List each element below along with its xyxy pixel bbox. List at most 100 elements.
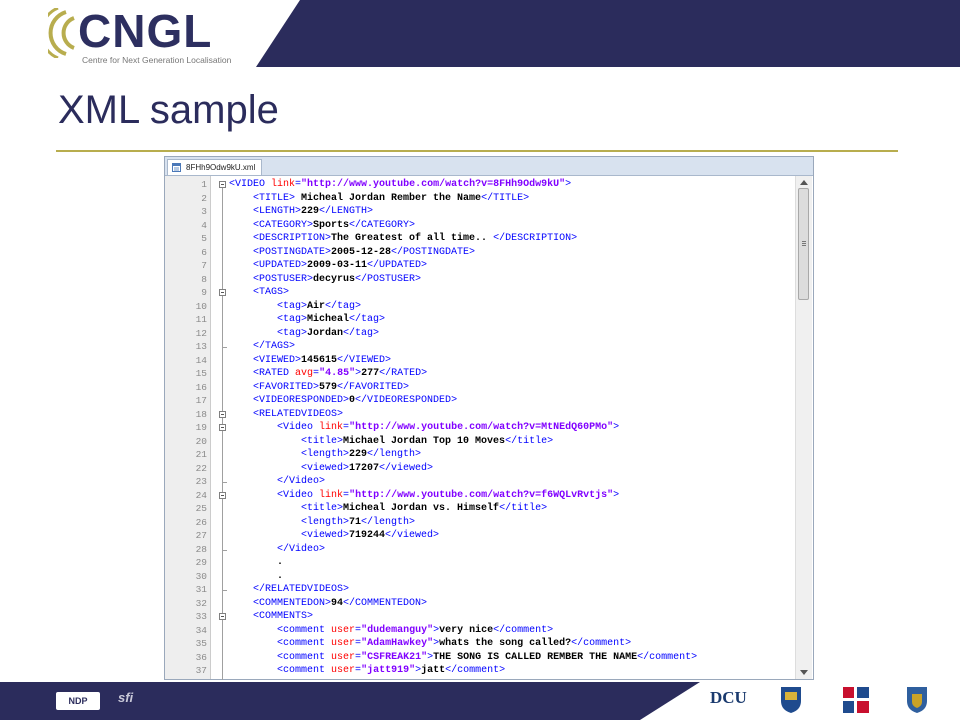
code-line: <TAGS> xyxy=(229,286,289,300)
code-line: <comment user="AdamHawkey">whats the son… xyxy=(229,637,631,651)
xml-text: Jordan xyxy=(307,327,344,339)
xml-tag: </VIEWED> xyxy=(337,354,392,366)
line-number: 14 xyxy=(195,354,207,366)
line-number: 1 xyxy=(201,179,207,190)
xml-attribute: user xyxy=(331,624,356,636)
xml-tag: </tag> xyxy=(343,327,380,339)
xml-attribute-value: "http://www.youtube.com/watch?v=MtNEdQ60… xyxy=(349,422,614,433)
xml-tag: </TITLE> xyxy=(481,192,530,204)
xml-tag: </Video> xyxy=(277,543,326,555)
xml-tag: <LENGTH> xyxy=(253,206,302,217)
line-number: 34 xyxy=(195,624,207,636)
xml-tag: <title> xyxy=(301,435,344,447)
xml-tag: </UPDATED> xyxy=(367,260,428,271)
xml-text: 71 xyxy=(349,516,362,528)
file-tab[interactable]: 8FHh9Odw9kU.xml xyxy=(167,159,263,175)
code-line: <TITLE> Micheal Jordan Rember the Name</… xyxy=(229,192,529,206)
xml-text: 94 xyxy=(331,597,344,609)
xml-text: 579 xyxy=(319,381,338,393)
xml-tag: <viewed> xyxy=(301,530,350,541)
line-number: 17 xyxy=(195,395,207,406)
xml-tag: </POSTINGDATE> xyxy=(391,246,476,258)
fold-collapse-icon[interactable] xyxy=(219,410,226,418)
vertical-scrollbar[interactable] xyxy=(795,176,812,679)
line-number: 16 xyxy=(195,381,207,393)
xml-text: 17207 xyxy=(349,462,380,474)
code-line: <CATEGORY>Sports</CATEGORY> xyxy=(229,219,415,233)
logo-panel: CNGL Centre for Next Generation Localisa… xyxy=(0,0,300,70)
code-line: <FAVORITED>579</FAVORITED> xyxy=(229,381,409,395)
fold-margin[interactable] xyxy=(217,176,229,680)
line-number: 28 xyxy=(195,543,207,555)
xml-attribute: avg xyxy=(295,368,314,379)
xml-tag: <tag> xyxy=(277,327,308,339)
line-number-gutter: 1 2 3 4 5 6 7 8 9 10 11 12 13 14 15 16 17 18 19 20 21 22 23 24 2… xyxy=(165,176,211,679)
code-line: <viewed>719244</viewed> xyxy=(229,529,439,543)
xml-attribute-value: "http://www.youtube.com/watch?v=f6WQLvRv… xyxy=(349,489,614,501)
xml-tag: </title> xyxy=(499,503,548,514)
line-number: 36 xyxy=(195,651,207,663)
code-line: <Video link="http://www.youtube.com/watc… xyxy=(229,489,619,503)
xml-tag: <tag> xyxy=(277,300,308,312)
code-line: </Video> xyxy=(229,543,325,557)
xml-tag: </viewed> xyxy=(385,530,440,541)
xml-tag: <tag> xyxy=(277,314,308,325)
fold-collapse-icon[interactable] xyxy=(219,613,226,620)
xml-tag: </comment> xyxy=(637,651,698,663)
line-number: 2 xyxy=(201,192,207,204)
ndp-logo: NDP xyxy=(56,692,100,710)
xml-tag: <Video xyxy=(277,489,320,501)
code-line: <length>229</length> xyxy=(229,448,421,462)
xml-text: decyrus xyxy=(313,273,356,285)
code-line: <POSTUSER>decyrus</POSTUSER> xyxy=(229,273,421,287)
xml-tag: </length> xyxy=(361,516,416,528)
xml-text: Micheal Jordan Rember the Name xyxy=(295,192,482,204)
fold-collapse-icon[interactable] xyxy=(219,289,226,296)
xml-tag: <UPDATED> xyxy=(253,260,308,271)
xml-tag: </VIDEORESPONDED> xyxy=(355,395,458,406)
line-number: 23 xyxy=(195,476,207,487)
code-line: <LENGTH>229</LENGTH> xyxy=(229,205,373,219)
scroll-up-arrow-icon[interactable] xyxy=(800,180,808,185)
xml-text: 229 xyxy=(349,449,368,460)
xml-text: Michael Jordan Top 10 Moves xyxy=(343,435,506,447)
xml-attribute: link xyxy=(319,489,344,501)
code-line: <COMMENTEDON>94</COMMENTEDON> xyxy=(229,597,427,611)
logo-tagline: Centre for Next Generation Localisation xyxy=(82,55,232,65)
code-line: <title>Michael Jordan Top 10 Moves</titl… xyxy=(229,435,553,449)
code-line: <viewed>17207</viewed> xyxy=(229,462,433,476)
fold-collapse-icon[interactable] xyxy=(219,181,226,188)
code-line: <length>71</length> xyxy=(229,516,415,530)
code-area[interactable]: <VIDEO link="http://www.youtube.com/watc… xyxy=(229,176,795,679)
xml-tag: </comment> xyxy=(493,624,554,636)
xml-tag: <comment xyxy=(277,665,332,676)
xml-tag: <TITLE> xyxy=(253,192,296,204)
xml-tag: <POSTUSER> xyxy=(253,273,314,285)
xml-tag: <VIDEORESPONDED> xyxy=(253,395,350,406)
xml-tag: </Video> xyxy=(277,476,326,487)
xml-attribute: link xyxy=(319,422,344,433)
xml-tag: </DESCRIPTION> xyxy=(493,233,578,244)
scroll-thumb[interactable] xyxy=(798,188,809,300)
line-number: 22 xyxy=(195,462,207,474)
line-number: 18 xyxy=(195,408,207,420)
fold-collapse-icon[interactable] xyxy=(219,491,226,499)
fold-collapse-icon[interactable] xyxy=(219,424,226,431)
scroll-down-arrow-icon[interactable] xyxy=(800,670,808,675)
xml-tag: <TAGS> xyxy=(253,287,290,298)
code-line: <tag>Jordan</tag> xyxy=(229,327,379,341)
xml-tag: <length> xyxy=(301,516,350,528)
line-number: 35 xyxy=(195,638,207,649)
xml-attribute: user xyxy=(331,651,356,663)
xml-text: 277 xyxy=(361,368,380,379)
xml-tag: </RATED> xyxy=(379,368,428,379)
line-number: 32 xyxy=(195,597,207,609)
xml-tag: </tag> xyxy=(325,300,362,312)
line-number: 30 xyxy=(195,570,207,582)
code-line: <UPDATED>2009-03-11</UPDATED> xyxy=(229,259,427,273)
line-number: 19 xyxy=(195,422,207,433)
trinity-logo-icon xyxy=(843,687,869,713)
fold-end-marker xyxy=(222,549,227,551)
xml-tag: <COMMENTS> xyxy=(253,611,314,622)
xml-tag: <viewed> xyxy=(301,462,350,474)
